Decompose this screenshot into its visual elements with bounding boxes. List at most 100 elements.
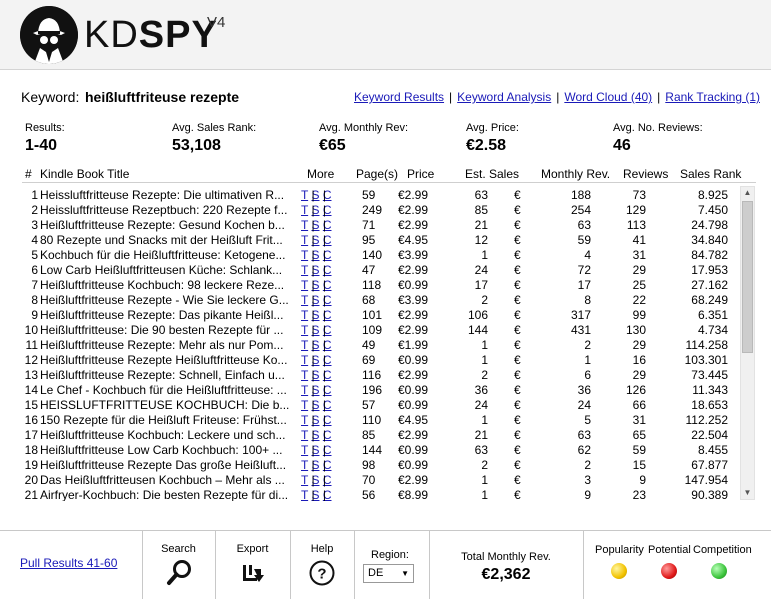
table-row[interactable]: 12 Heißluftfritteuse Rezepte Heißluftfrit… [22, 353, 740, 368]
col-header-pages[interactable]: Page(s) [356, 167, 398, 181]
title-link[interactable]: T [301, 263, 308, 277]
keyword-analysis-link[interactable]: Keyword Analysis [457, 90, 551, 104]
title-link[interactable]: T [301, 293, 308, 307]
rank-tracking-link[interactable]: Rank Tracking (1) [665, 90, 760, 104]
table-row[interactable]: 19 Heißluftfritteuse Rezepte Das große He… [22, 458, 740, 473]
title-link[interactable]: T [301, 308, 308, 322]
title-link[interactable]: T [301, 323, 308, 337]
sales-rank: 147.954 [684, 473, 728, 487]
keyword-results-link[interactable]: Keyword Results [354, 90, 444, 104]
table-row[interactable]: 8 Heißluftfritteuse Rezepte - Wie Sie lec… [22, 293, 740, 308]
search-button[interactable]: Search [143, 543, 214, 587]
book-title[interactable]: Heißluftfritteuse Kochbuch: 98 leckere R… [40, 278, 296, 293]
col-header-title[interactable]: Kindle Book Title [40, 167, 129, 181]
book-title[interactable]: Das Heißluftfritteusen Kochbuch – Mehr a… [40, 473, 296, 488]
book-title[interactable]: Heißluftfritteuse Rezepte: Schnell, Einf… [40, 368, 296, 383]
est-sales: 63 [474, 188, 488, 202]
book-title[interactable]: Heissluftfritteuse Rezepte: Die ultimati… [40, 188, 296, 203]
row-number: 3 [31, 218, 38, 232]
table-row[interactable]: 6 Low Carb Heißluftfritteusen Küche: Schl… [22, 263, 740, 278]
book-title[interactable]: Heißluftfritteuse Rezepte Heißluftfritte… [40, 353, 296, 368]
col-header-sales-rank[interactable]: Sales Rank [680, 167, 741, 181]
table-row[interactable]: 10 Heißluftfritteuse: Die 90 besten Rezep… [22, 323, 740, 338]
est-sales: 1 [481, 353, 488, 367]
title-link[interactable]: T [301, 413, 308, 427]
title-link[interactable]: T [301, 338, 308, 352]
book-title[interactable]: Heißluftfritteuse Rezepte - Wie Sie leck… [40, 293, 296, 308]
table-row[interactable]: 2 Heissluftfritteuse Rezeptbuch: 220 Reze… [22, 203, 740, 218]
title-link[interactable]: T [301, 443, 308, 457]
table-row[interactable]: 11 Heißluftfritteuse Rezepte: Mehr als nu… [22, 338, 740, 353]
col-header-more[interactable]: More [307, 167, 334, 181]
title-link[interactable]: T [301, 248, 308, 262]
book-title[interactable]: Heißluftfritteuse: Die 90 besten Rezepte… [40, 323, 296, 338]
title-link[interactable]: T [301, 383, 308, 397]
title-link[interactable]: T [301, 203, 308, 217]
title-link[interactable]: T [301, 368, 308, 382]
book-title[interactable]: Heißluftfritteuse Rezepte: Mehr als nur … [40, 338, 296, 353]
link-separator: | [311, 473, 315, 487]
title-link[interactable]: T [301, 233, 308, 247]
title-link[interactable]: T [301, 218, 308, 232]
results-scrollbar[interactable]: ▲ ▼ [740, 186, 755, 500]
table-row[interactable]: 18 Heißluftfritteuse Low Carb Kochbuch: 1… [22, 443, 740, 458]
review-count: 130 [625, 323, 646, 337]
word-cloud-link[interactable]: Word Cloud (40) [564, 90, 652, 104]
table-row[interactable]: 4 80 Rezepte und Snacks mit der Heißluft … [22, 233, 740, 248]
table-row[interactable]: 20 Das Heißluftfritteusen Kochbuch – Mehr… [22, 473, 740, 488]
col-header-reviews[interactable]: Reviews [623, 167, 668, 181]
book-title[interactable]: Heißluftfritteuse Rezepte: Das pikante H… [40, 308, 296, 323]
col-header-price[interactable]: Price [407, 167, 434, 181]
stat-avg-monthly-rev-value: €65 [319, 137, 346, 154]
table-row[interactable]: 21 Airfryer-Kochbuch: Die besten Rezepte … [22, 488, 740, 501]
est-sales: 2 [481, 458, 488, 472]
pull-results-link[interactable]: Pull Results 41-60 [20, 556, 117, 570]
more-links: T | S | C [301, 338, 332, 353]
title-link[interactable]: T [301, 458, 308, 472]
book-title[interactable]: HEISSLUFTFRITTEUSE KOCHBUCH: Die b... [40, 398, 296, 413]
book-title[interactable]: Low Carb Heißluftfritteusen Küche: Schla… [40, 263, 296, 278]
title-link[interactable]: T [301, 488, 308, 501]
stat-avg-reviews-value: 46 [613, 137, 631, 154]
scroll-up-arrow-icon[interactable]: ▲ [741, 187, 754, 199]
book-title[interactable]: 150 Rezepte für die Heißluft Friteuse: F… [40, 413, 296, 428]
table-row[interactable]: 5 Kochbuch für die Heißluftfritteuse: Ket… [22, 248, 740, 263]
stat-avg-price-value: €2.58 [466, 137, 507, 154]
col-header-sales[interactable]: Est. Sales [465, 167, 519, 181]
title-link[interactable]: T [301, 278, 308, 292]
book-title[interactable]: Heissluftfritteuse Rezeptbuch: 220 Rezep… [40, 203, 296, 218]
scroll-thumb[interactable] [742, 201, 753, 353]
table-row[interactable]: 3 Heißluftfritteuse Rezepte: Gesund Koche… [22, 218, 740, 233]
book-title[interactable]: 80 Rezepte und Snacks mit der Heißluft F… [40, 233, 296, 248]
help-button[interactable]: Help ? [291, 543, 353, 587]
table-row[interactable]: 17 Heißluftfritteuse Kochbuch: Leckere un… [22, 428, 740, 443]
col-header-monthly-rev[interactable]: Monthly Rev. [541, 167, 610, 181]
sales-rank: 22.504 [691, 428, 728, 442]
book-title[interactable]: Le Chef - Kochbuch für die Heißluftfritt… [40, 383, 296, 398]
col-header-num[interactable]: # [25, 167, 32, 181]
region-select[interactable]: DE ▼ [363, 564, 414, 583]
book-title[interactable]: Kochbuch für die Heißluftfritteuse: Keto… [40, 248, 296, 263]
table-row[interactable]: 9 Heißluftfritteuse Rezepte: Das pikante … [22, 308, 740, 323]
table-row[interactable]: 15 HEISSLUFTFRITTEUSE KOCHBUCH: Die b... T… [22, 398, 740, 413]
keyword-value: heißluftfriteuse rezepte [85, 89, 240, 105]
export-button[interactable]: Export [216, 543, 289, 587]
book-title[interactable]: Heißluftfritteuse Low Carb Kochbuch: 100… [40, 443, 296, 458]
table-row[interactable]: 13 Heißluftfritteuse Rezepte: Schnell, Ei… [22, 368, 740, 383]
title-link[interactable]: T [301, 188, 308, 202]
title-link[interactable]: T [301, 428, 308, 442]
title-link[interactable]: T [301, 473, 308, 487]
book-title[interactable]: Heißluftfritteuse Rezepte Das große Heiß… [40, 458, 296, 473]
table-row[interactable]: 14 Le Chef - Kochbuch für die Heißluftfri… [22, 383, 740, 398]
book-title[interactable]: Heißluftfritteuse Rezepte: Gesund Kochen… [40, 218, 296, 233]
book-price: €2.99 [398, 308, 429, 322]
title-link[interactable]: T [301, 398, 308, 412]
title-link[interactable]: T [301, 353, 308, 367]
book-title[interactable]: Airfryer-Kochbuch: Die besten Rezepte fü… [40, 488, 296, 501]
currency-symbol: € [514, 248, 521, 262]
table-row[interactable]: 16 150 Rezepte für die Heißluft Friteuse:… [22, 413, 740, 428]
table-row[interactable]: 7 Heißluftfritteuse Kochbuch: 98 leckere … [22, 278, 740, 293]
scroll-down-arrow-icon[interactable]: ▼ [741, 487, 754, 499]
table-row[interactable]: 1 Heissluftfritteuse Rezepte: Die ultimat… [22, 188, 740, 203]
book-title[interactable]: Heißluftfritteuse Kochbuch: Leckere und … [40, 428, 296, 443]
